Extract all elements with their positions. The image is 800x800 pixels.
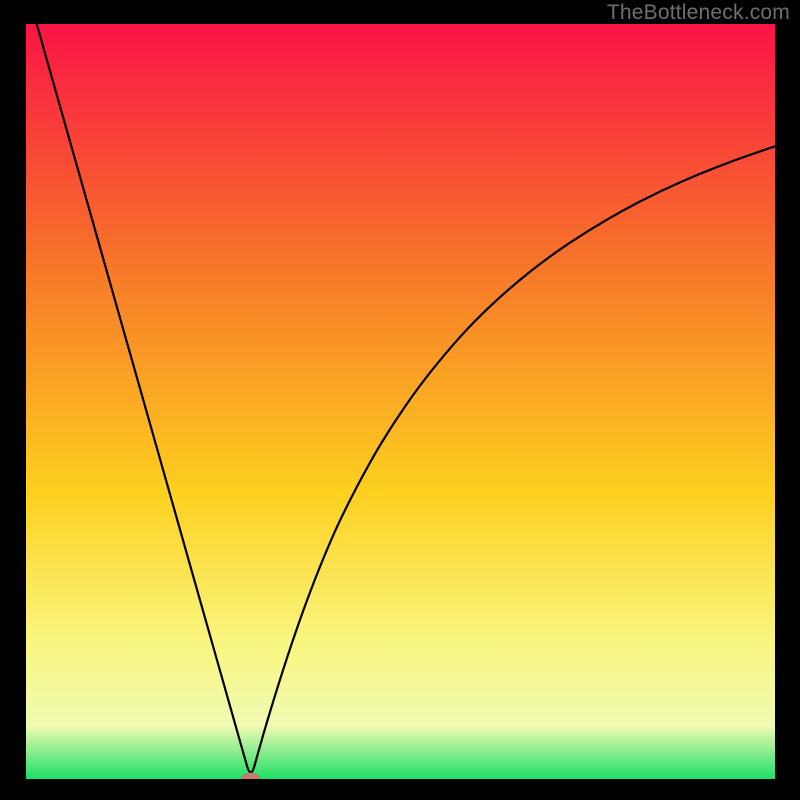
- watermark-text: TheBottleneck.com: [607, 1, 790, 25]
- bottleneck-chart: [26, 24, 775, 779]
- gradient-background: [26, 24, 775, 779]
- plot-area: [26, 24, 775, 779]
- chart-frame: TheBottleneck.com: [0, 0, 800, 800]
